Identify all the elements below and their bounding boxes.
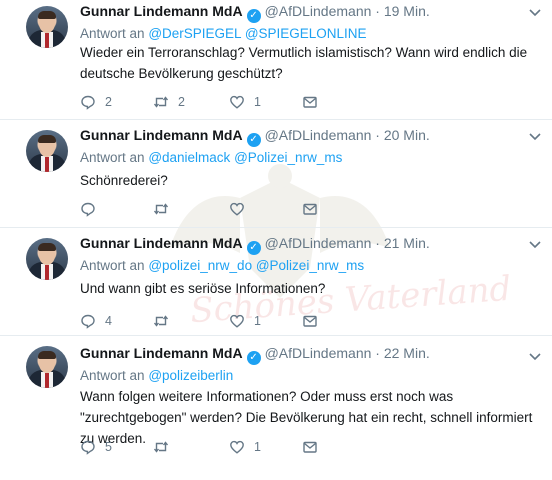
mention-link[interactable]: @SPIEGELONLINE <box>245 26 367 41</box>
tweet-text: Und wann gibt es seriöse Informationen? <box>80 281 326 296</box>
reply-prefix: Antwort an <box>80 258 145 273</box>
retweet-icon <box>153 315 169 327</box>
reply-button[interactable]: 4 <box>80 312 112 330</box>
direct-message-button[interactable] <box>302 200 318 218</box>
display-name[interactable]: Gunnar Lindemann MdA <box>80 3 243 19</box>
user-handle[interactable]: @AfDLindemann <box>265 3 372 19</box>
mention-link[interactable]: @Polizei_nrw_ms <box>234 150 342 165</box>
direct-message-button[interactable] <box>302 93 318 111</box>
verified-badge-icon: ✓ <box>246 241 261 255</box>
avatar[interactable] <box>26 130 68 172</box>
like-count: 1 <box>254 95 261 109</box>
retweet-button[interactable] <box>153 438 178 456</box>
direct-message-icon <box>303 203 317 215</box>
like-button[interactable]: 1 <box>229 93 261 111</box>
user-handle[interactable]: @AfDLindemann <box>265 235 372 251</box>
display-name[interactable]: Gunnar Lindemann MdA <box>80 235 243 251</box>
retweet-button[interactable] <box>153 312 178 330</box>
like-count: 1 <box>254 314 261 328</box>
retweet-icon <box>153 203 169 215</box>
tweet[interactable]: Gunnar Lindemann MdA ✓ @AfDLindemann · 22 … <box>0 336 552 466</box>
mention-link[interactable]: @polizeiberlin <box>148 368 233 383</box>
tweet-text: Schönrederei? <box>80 173 168 188</box>
like-button[interactable]: 1 <box>229 312 261 330</box>
verified-badge-icon: ✓ <box>246 351 261 365</box>
heart-icon <box>230 440 244 454</box>
tweet-header: Gunnar Lindemann MdA ✓ @AfDLindemann · 21 … <box>80 235 430 255</box>
retweet-count: 2 <box>178 95 185 109</box>
reply-context: Antwort an @DerSPIEGEL @SPIEGELONLINE <box>80 26 367 41</box>
retweet-icon <box>153 441 169 453</box>
display-name[interactable]: Gunnar Lindemann MdA <box>80 345 243 361</box>
reply-context: Antwort an @danielmack @Polizei_nrw_ms <box>80 150 342 165</box>
mention-link[interactable]: @polizei_nrw_do <box>148 258 252 273</box>
reply-icon <box>81 202 95 217</box>
like-count: 1 <box>254 440 261 454</box>
like-button[interactable] <box>229 200 254 218</box>
tweet[interactable]: Gunnar Lindemann MdA ✓ @AfDLindemann · 20 … <box>0 120 552 228</box>
verified-badge-icon: ✓ <box>246 133 261 147</box>
mention-link[interactable]: @DerSPIEGEL <box>148 26 241 41</box>
reply-prefix: Antwort an <box>80 368 145 383</box>
user-handle[interactable]: @AfDLindemann <box>265 345 372 361</box>
chevron-down-icon[interactable] <box>527 4 543 20</box>
heart-icon <box>230 95 244 109</box>
direct-message-icon <box>303 96 317 108</box>
reply-context: Antwort an @polizeiberlin <box>80 368 233 383</box>
user-handle[interactable]: @AfDLindemann <box>265 127 372 143</box>
mention-link[interactable]: @danielmack <box>148 150 230 165</box>
reply-count: 4 <box>105 314 112 328</box>
reply-prefix: Antwort an <box>80 150 145 165</box>
tweet-header: Gunnar Lindemann MdA ✓ @AfDLindemann · 19 … <box>80 3 430 23</box>
retweet-icon <box>153 96 169 108</box>
tweet-text: Wieder ein Terroranschlag? Vermutlich is… <box>80 45 528 81</box>
tweet-header: Gunnar Lindemann MdA ✓ @AfDLindemann · 20 … <box>80 127 430 147</box>
direct-message-icon <box>303 315 317 327</box>
heart-icon <box>230 314 244 328</box>
reply-icon <box>81 95 95 110</box>
reply-button[interactable]: 5 <box>80 438 112 456</box>
direct-message-button[interactable] <box>302 312 318 330</box>
display-name[interactable]: Gunnar Lindemann MdA <box>80 127 243 143</box>
retweet-button[interactable]: 2 <box>153 93 185 111</box>
chevron-down-icon[interactable] <box>527 236 543 252</box>
timestamp[interactable]: 19 Min. <box>384 3 430 19</box>
timestamp[interactable]: 22 Min. <box>384 345 430 361</box>
mention-link[interactable]: @Polizei_nrw_ms <box>256 258 364 273</box>
reply-count: 5 <box>105 440 112 454</box>
timestamp[interactable]: 20 Min. <box>384 127 430 143</box>
verified-badge-icon: ✓ <box>246 9 261 23</box>
chevron-down-icon[interactable] <box>527 348 543 364</box>
chevron-down-icon[interactable] <box>527 128 543 144</box>
reply-icon <box>81 314 95 329</box>
reply-icon <box>81 440 95 455</box>
like-button[interactable]: 1 <box>229 438 261 456</box>
avatar[interactable] <box>26 346 68 388</box>
direct-message-icon <box>303 441 317 453</box>
tweet-header: Gunnar Lindemann MdA ✓ @AfDLindemann · 22 … <box>80 345 430 365</box>
retweet-button[interactable] <box>153 200 178 218</box>
reply-button[interactable] <box>80 200 105 218</box>
heart-icon <box>230 202 244 216</box>
reply-context: Antwort an @polizei_nrw_do @Polizei_nrw_… <box>80 258 364 273</box>
avatar[interactable] <box>26 6 68 48</box>
reply-count: 2 <box>105 95 112 109</box>
tweet[interactable]: Gunnar Lindemann MdA ✓ @AfDLindemann · 21 … <box>0 228 552 336</box>
tweet[interactable]: Gunnar Lindemann MdA ✓ @AfDLindemann · 19 … <box>0 0 552 120</box>
avatar[interactable] <box>26 238 68 280</box>
timestamp[interactable]: 21 Min. <box>384 235 430 251</box>
reply-prefix: Antwort an <box>80 26 145 41</box>
reply-button[interactable]: 2 <box>80 93 112 111</box>
timeline: Schönes Vaterland Gunnar Lindemann MdA ✓ @… <box>0 0 552 480</box>
direct-message-button[interactable] <box>302 438 318 456</box>
